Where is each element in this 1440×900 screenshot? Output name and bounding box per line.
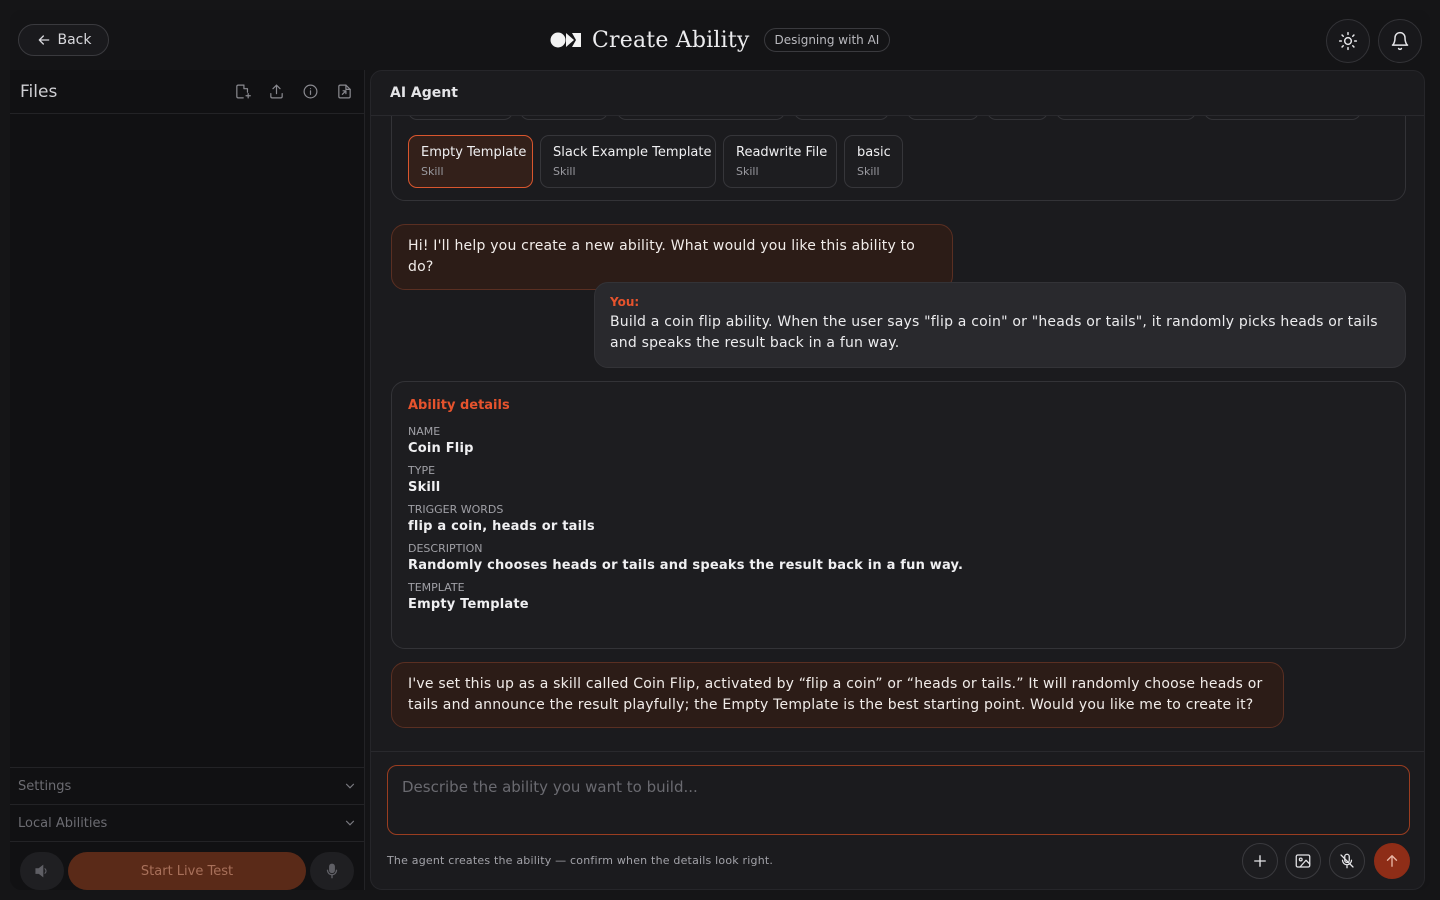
template-name: basic bbox=[857, 145, 891, 160]
field-value-trigger-words: flip a coin, heads or tails bbox=[408, 519, 595, 534]
template-name: Slack Example Template bbox=[553, 145, 712, 160]
composer-area: The agent creates the ability — confirm … bbox=[371, 751, 1424, 889]
ai-message: I've set this up as a skill called Coin … bbox=[391, 662, 1284, 728]
back-button-label: Back bbox=[57, 32, 92, 48]
plus-icon bbox=[1254, 855, 1266, 867]
user-message-text: Build a coin flip ability. When the user… bbox=[610, 314, 1378, 351]
user-message: You: Build a coin flip ability. When the… bbox=[594, 282, 1406, 368]
local-abilities-label: Local Abilities bbox=[18, 815, 108, 831]
agent-header: AI Agent bbox=[371, 71, 1424, 116]
bell-icon bbox=[1391, 31, 1409, 51]
prompt-input[interactable] bbox=[388, 766, 1409, 834]
template-type: Skill bbox=[857, 165, 880, 178]
top-bar: Back Create Ability Designing with AI bbox=[10, 10, 1430, 70]
upload-button[interactable] bbox=[266, 82, 286, 102]
field-label-trigger-words: TRIGGER WORDS bbox=[408, 503, 504, 516]
chevron-down-icon bbox=[345, 783, 355, 789]
ai-message: Hi! I'll help you create a new ability. … bbox=[391, 224, 953, 290]
template-chip-hidden[interactable] bbox=[1056, 116, 1196, 120]
template-chip-hidden[interactable] bbox=[520, 116, 608, 120]
notifications-button[interactable] bbox=[1378, 19, 1422, 63]
template-option-basic[interactable]: basic Skill bbox=[844, 135, 903, 188]
microphone-off-icon bbox=[1340, 853, 1354, 869]
start-live-test-button[interactable]: Start Live Test bbox=[68, 852, 306, 890]
files-title: Files bbox=[20, 81, 58, 102]
field-value-template: Empty Template bbox=[408, 597, 529, 612]
template-chip-hidden[interactable] bbox=[1204, 116, 1361, 120]
new-file-button[interactable] bbox=[232, 82, 252, 102]
upload-icon bbox=[269, 84, 283, 99]
new-file-icon bbox=[235, 84, 251, 99]
arrow-left-icon bbox=[38, 35, 49, 45]
template-chip-hidden[interactable] bbox=[794, 116, 889, 120]
prompt-box bbox=[387, 765, 1410, 835]
template-chip-hidden[interactable] bbox=[907, 116, 979, 120]
field-value-type: Skill bbox=[408, 480, 441, 495]
speaker-button[interactable] bbox=[20, 852, 64, 890]
template-chip-hidden[interactable] bbox=[987, 116, 1048, 120]
files-panel: Files Settings Local Abilities Start Liv… bbox=[10, 70, 365, 890]
image-icon bbox=[1295, 854, 1311, 868]
template-type: Skill bbox=[421, 165, 444, 178]
details-title: Ability details bbox=[408, 398, 510, 413]
field-value-description: Randomly chooses heads or tails and spea… bbox=[408, 558, 964, 573]
live-test-bar: Start Live Test bbox=[10, 841, 365, 890]
sun-icon bbox=[1338, 31, 1358, 51]
template-type: Skill bbox=[736, 165, 759, 178]
mute-microphone-button[interactable] bbox=[1329, 843, 1365, 879]
ability-details-card: Ability details NAME Coin Flip TYPE Skil… bbox=[391, 381, 1406, 649]
app-window: Back Create Ability Designing with AI Fi… bbox=[10, 10, 1430, 890]
template-name: Readwrite File bbox=[736, 145, 828, 160]
template-option-readwrite[interactable]: Readwrite File Skill bbox=[723, 135, 837, 188]
brand: Create Ability Designing with AI bbox=[550, 24, 891, 56]
send-button[interactable] bbox=[1374, 843, 1410, 879]
export-button[interactable] bbox=[334, 82, 354, 102]
template-chip-hidden[interactable] bbox=[408, 116, 513, 120]
chat-scroll-area[interactable]: Empty Template Skill Slack Example Templ… bbox=[371, 116, 1424, 751]
back-button[interactable]: Back bbox=[18, 24, 109, 56]
ai-agent-panel: AI Agent Empty Template Skill Slack Exam… bbox=[370, 70, 1425, 890]
settings-label: Settings bbox=[18, 778, 72, 794]
template-chip-hidden[interactable] bbox=[617, 116, 785, 120]
template-option-slack[interactable]: Slack Example Template Skill bbox=[540, 135, 716, 188]
info-icon bbox=[303, 84, 317, 99]
field-label-name: NAME bbox=[408, 425, 441, 438]
template-option-empty[interactable]: Empty Template Skill bbox=[408, 135, 533, 188]
logo-icon bbox=[550, 32, 581, 48]
user-label: You: bbox=[610, 295, 640, 309]
add-attachment-button[interactable] bbox=[1242, 843, 1278, 879]
files-toolbar bbox=[232, 82, 354, 102]
field-label-description: DESCRIPTION bbox=[408, 542, 483, 555]
microphone-icon bbox=[326, 863, 338, 879]
microphone-button[interactable] bbox=[310, 852, 354, 890]
page-title: Create Ability bbox=[592, 27, 750, 53]
speaker-icon bbox=[35, 864, 47, 878]
chevron-down-icon bbox=[345, 820, 355, 826]
theme-toggle-button[interactable] bbox=[1326, 19, 1370, 63]
settings-section[interactable]: Settings bbox=[10, 767, 365, 804]
local-abilities-section[interactable]: Local Abilities bbox=[10, 804, 365, 841]
template-picker: Empty Template Skill Slack Example Templ… bbox=[391, 116, 1406, 201]
field-label-type: TYPE bbox=[408, 464, 436, 477]
mode-badge: Designing with AI bbox=[763, 28, 891, 52]
template-type: Skill bbox=[553, 165, 576, 178]
add-image-button[interactable] bbox=[1285, 843, 1321, 879]
field-label-template: TEMPLATE bbox=[408, 581, 465, 594]
field-value-name: Coin Flip bbox=[408, 441, 474, 456]
files-header: Files bbox=[10, 70, 364, 114]
composer-hint: The agent creates the ability — confirm … bbox=[387, 854, 774, 867]
info-button[interactable] bbox=[300, 82, 320, 102]
template-name: Empty Template bbox=[421, 145, 527, 160]
export-icon bbox=[337, 84, 351, 99]
arrow-up-icon bbox=[1386, 855, 1398, 867]
